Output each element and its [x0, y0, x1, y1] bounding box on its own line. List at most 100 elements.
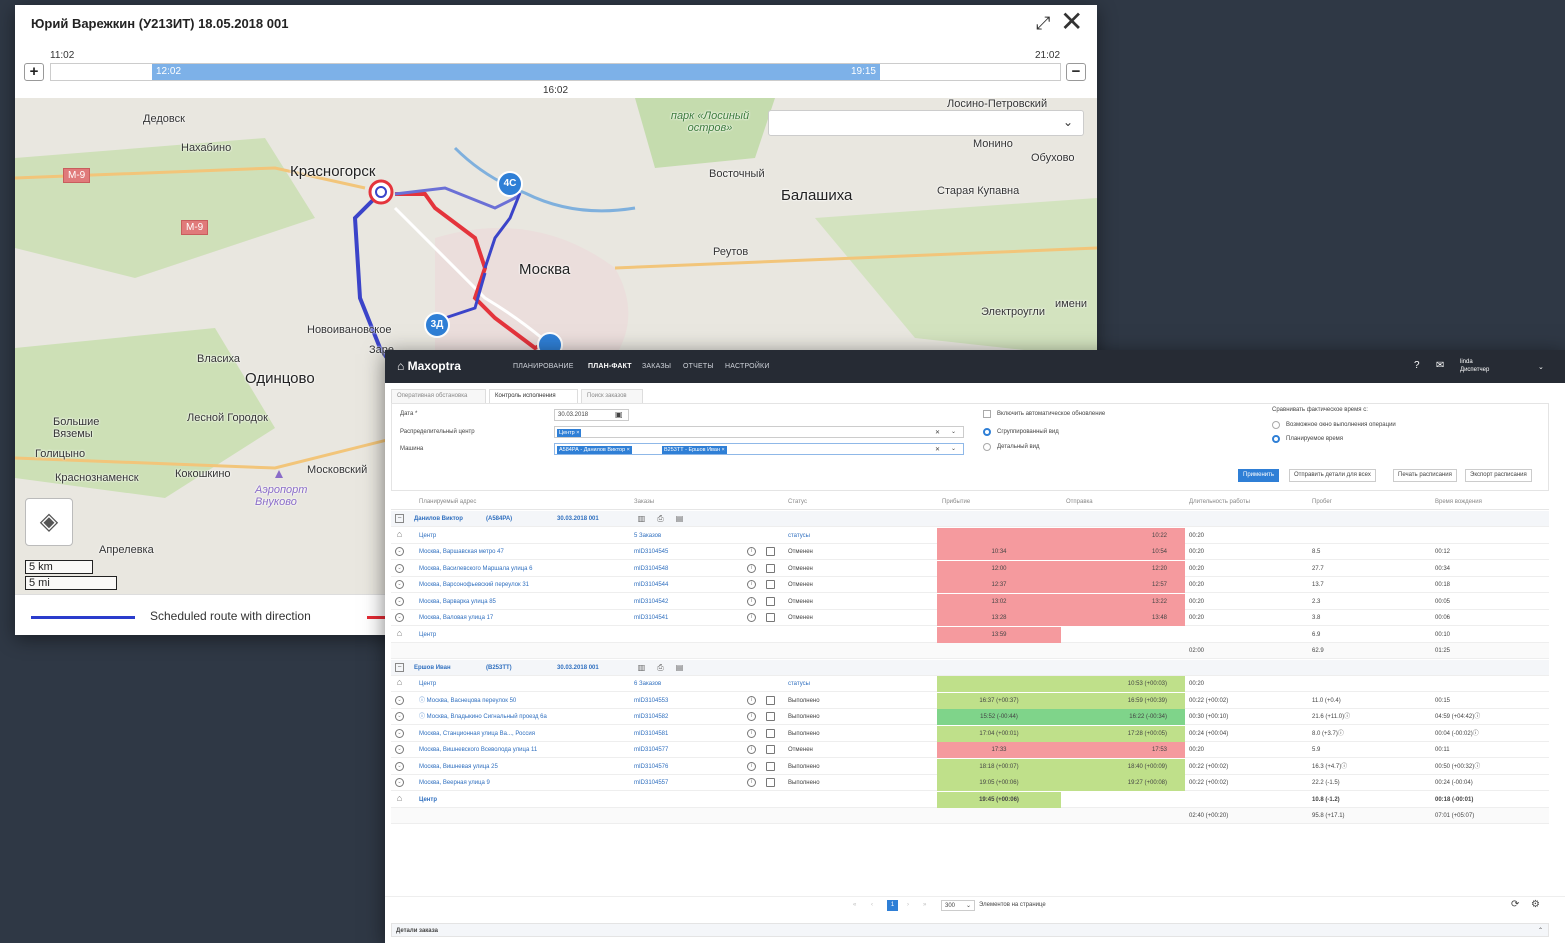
- timeline-selected-range[interactable]: 12:02 19:15: [152, 64, 880, 80]
- vehicle-select[interactable]: А584РА - Данилов Виктор × В253ТТ - Ершов…: [554, 443, 964, 455]
- dc-select[interactable]: Центр × ✕ ⌄: [554, 426, 964, 438]
- dc-chip[interactable]: Центр ×: [557, 429, 582, 437]
- document-icon[interactable]: [766, 596, 775, 606]
- col-orders[interactable]: Заказы: [634, 499, 654, 505]
- print-schedule-button[interactable]: Печать расписания: [1393, 469, 1457, 482]
- table-row[interactable]: ⌄ ⓘ Москва, Владыкино Сигнальный проезд 6…: [391, 709, 1549, 725]
- mail-icon[interactable]: ✉: [1436, 360, 1444, 371]
- table-row[interactable]: ⌄ Москва, Василевского Маршала улица 6 mID…: [391, 560, 1549, 577]
- table-row[interactable]: ⌄ Москва, Варшавская метро 47 mID3104545 i О…: [391, 544, 1549, 560]
- table-row[interactable]: ⌂ Центр 6 Заказов статусы 10:53 (+00:03) 00:2…: [391, 676, 1549, 692]
- app-logo[interactable]: ⌂ Maxoptra: [397, 359, 461, 373]
- stop-expand-icon[interactable]: ⌄: [395, 761, 404, 771]
- detailed-view-radio[interactable]: [983, 443, 991, 451]
- map-icon[interactable]: ▥: [637, 514, 646, 523]
- user-menu[interactable]: linda Диспетчер: [1460, 358, 1489, 374]
- first-page-icon[interactable]: «: [853, 902, 856, 908]
- expand-icon[interactable]: ⤢: [1036, 13, 1050, 34]
- info-icon[interactable]: i: [747, 613, 756, 622]
- chevron-up-icon[interactable]: ⌃: [1538, 927, 1543, 934]
- send-all-details-button[interactable]: Отправить детали для всех: [1289, 469, 1376, 482]
- document-icon[interactable]: ▤: [675, 663, 684, 672]
- info-icon[interactable]: i: [747, 761, 756, 771]
- info-icon[interactable]: i: [747, 778, 756, 787]
- info-icon[interactable]: i: [747, 563, 756, 573]
- stop-marker[interactable]: 4С: [497, 171, 523, 197]
- print-icon[interactable]: ⎙: [656, 514, 665, 523]
- collapse-icon[interactable]: −: [395, 662, 404, 672]
- document-icon[interactable]: [766, 563, 775, 573]
- auto-refresh-checkbox[interactable]: [983, 410, 991, 418]
- table-row[interactable]: ⌄ ⓘ Москва, Васнецова переулок 50 mID31045…: [391, 692, 1549, 709]
- timeline-zoom-out-button[interactable]: −: [1066, 63, 1086, 81]
- prev-page-icon[interactable]: ‹: [871, 902, 873, 908]
- table-row[interactable]: ⌄ Москва, Веерная улица 9 mID3104557 i Выпол…: [391, 775, 1549, 791]
- print-icon[interactable]: ⎙: [656, 663, 665, 672]
- compare-planned-radio[interactable]: [1272, 435, 1280, 443]
- group-header-row[interactable]: − Ершов Иван (В253ТТ) 30.03.2018 001 ▥ ⎙ ▤: [391, 659, 1549, 676]
- depot-icon[interactable]: ⌂: [395, 678, 404, 688]
- grouped-view-radio[interactable]: [983, 428, 991, 436]
- document-icon[interactable]: [766, 778, 775, 787]
- layers-icon[interactable]: ◈: [25, 498, 73, 546]
- chevron-down-icon[interactable]: ⌄: [1538, 363, 1544, 371]
- table-row[interactable]: ⌄ Москва, Вишневского Всеволода улица 11 m…: [391, 742, 1549, 758]
- nav-settings[interactable]: НАСТРОЙКИ: [725, 363, 770, 370]
- stop-expand-icon[interactable]: ⌄: [395, 712, 404, 721]
- stop-expand-icon[interactable]: ⌄: [395, 596, 404, 606]
- info-icon[interactable]: i: [747, 580, 756, 589]
- compare-window-radio[interactable]: [1272, 421, 1280, 429]
- nav-planning[interactable]: ПЛАНИРОВАНИЕ: [513, 363, 574, 370]
- col-mileage[interactable]: Пробег: [1312, 499, 1332, 505]
- info-icon[interactable]: i: [747, 596, 756, 606]
- nav-plan-fact[interactable]: ПЛАН-ФАКТ: [588, 363, 632, 370]
- document-icon[interactable]: [766, 745, 775, 754]
- info-icon[interactable]: i: [747, 712, 756, 721]
- table-row[interactable]: ⌂ Центр 5 Заказов статусы 10:22 00:20: [391, 527, 1549, 544]
- col-address[interactable]: Планируемый адрес: [419, 499, 476, 505]
- document-icon[interactable]: ▤: [675, 514, 684, 523]
- table-row[interactable]: ⌄ Москва, Станционная улица Ва..., Россия…: [391, 725, 1549, 742]
- vehicle-chip[interactable]: А584РА - Данилов Виктор ×: [557, 446, 632, 454]
- stop-expand-icon[interactable]: ⌄: [395, 547, 404, 556]
- depot-icon[interactable]: ⌂: [395, 529, 404, 540]
- col-departure[interactable]: Отправка: [1066, 499, 1093, 505]
- last-page-icon[interactable]: »: [923, 902, 926, 908]
- nav-orders[interactable]: ЗАКАЗЫ: [642, 363, 671, 370]
- table-row[interactable]: ⌂ Центр 19:45 (+00:06) 10.8 (-1.2) 00:18 (-0…: [391, 791, 1549, 808]
- document-icon[interactable]: [766, 712, 775, 721]
- order-details-panel[interactable]: Детали заказа ⌃: [391, 923, 1549, 937]
- info-icon[interactable]: i: [747, 547, 756, 556]
- stop-expand-icon[interactable]: ⌄: [395, 695, 404, 705]
- col-duration[interactable]: Длительность работы: [1189, 499, 1250, 505]
- stop-expand-icon[interactable]: ⌄: [395, 778, 404, 787]
- document-icon[interactable]: [766, 580, 775, 589]
- depot-icon[interactable]: ⌂: [395, 793, 404, 804]
- next-page-icon[interactable]: ›: [907, 902, 909, 908]
- close-icon[interactable]: ✕: [1060, 8, 1083, 36]
- table-row[interactable]: ⌄ Москва, Валовая улица 17 mID3104541 i Отме…: [391, 610, 1549, 626]
- tab-execution-control[interactable]: Контроль исполнения: [489, 389, 578, 403]
- info-icon[interactable]: i: [747, 728, 756, 738]
- nav-reports[interactable]: ОТЧЕТЫ: [683, 363, 714, 370]
- page-current[interactable]: 1: [887, 900, 898, 911]
- refresh-icon[interactable]: ⟳: [1511, 899, 1519, 910]
- stop-expand-icon[interactable]: ⌄: [395, 728, 404, 738]
- col-arrival[interactable]: Прибытие: [942, 499, 970, 505]
- document-icon[interactable]: [766, 547, 775, 556]
- timeline-zoom-in-button[interactable]: +: [24, 63, 44, 81]
- date-input[interactable]: 30.03.2018 ▣: [554, 409, 629, 421]
- vehicle-chip[interactable]: В253ТТ - Ершов Иван ×: [662, 446, 727, 454]
- collapse-icon[interactable]: −: [395, 514, 404, 523]
- map-icon[interactable]: ▥: [637, 663, 646, 672]
- export-schedule-button[interactable]: Экспорт расписания: [1465, 469, 1532, 482]
- settings-gear-icon[interactable]: ⚙: [1531, 899, 1540, 910]
- map-route-select[interactable]: ⌄: [768, 110, 1084, 136]
- table-row[interactable]: ⌄ Москва, Варсонофьевский переулок 31 mID3…: [391, 577, 1549, 593]
- tab-operational[interactable]: Оперативная обстановка: [391, 389, 486, 403]
- document-icon[interactable]: [766, 728, 775, 738]
- tab-order-search[interactable]: Поиск заказов: [581, 389, 643, 403]
- table-row[interactable]: ⌄ Москва, Варварка улица 85 mID3104542 i Отм…: [391, 593, 1549, 610]
- stop-expand-icon[interactable]: ⌄: [395, 613, 404, 622]
- table-row[interactable]: ⌄ Москва, Вишневая улица 25 mID3104576 i Вып…: [391, 758, 1549, 775]
